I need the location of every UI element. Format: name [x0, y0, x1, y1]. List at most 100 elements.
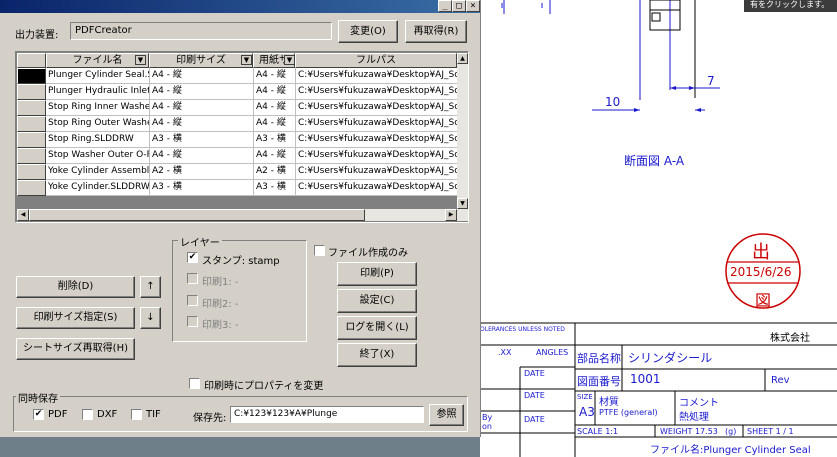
change-button[interactable]: 変更(O)	[338, 20, 398, 43]
on-label: on	[482, 422, 492, 431]
table-row[interactable]: Stop Ring Inner Washer A4 - 縦 A4 - 縦 C:¥Use…	[17, 100, 458, 116]
scroll-right-arrow-icon[interactable]: ▶	[445, 209, 457, 221]
maximize-button[interactable]: □	[452, 0, 466, 12]
table-cell-path[interactable]: C:¥Users¥fukuzawa¥Desktop¥AJ_Soft	[296, 100, 458, 116]
sheet-size-button[interactable]: シートサイズ再取得(H)	[16, 338, 135, 360]
table-cell-path[interactable]: C:¥Users¥fukuzawa¥Desktop¥AJ_Soft	[296, 84, 458, 100]
xx-label: .XX	[498, 348, 512, 357]
print3-checkbox[interactable]	[187, 316, 198, 327]
scroll-down-arrow-icon[interactable]: ▼	[457, 198, 468, 209]
move-down-button[interactable]: ↓	[140, 307, 161, 329]
header-full-path[interactable]: フルパス	[295, 53, 457, 68]
header-file-name[interactable]: ファイル名	[46, 53, 149, 68]
table-cell-paper[interactable]: A4 - 縦	[254, 100, 296, 116]
table-cell-print[interactable]: A4 - 縦	[150, 68, 254, 84]
output-device-value: PDFCreator	[75, 25, 132, 36]
table-cell-paper[interactable]: A3 - 横	[254, 180, 296, 196]
table-cell-print[interactable]: A3 - 横	[150, 180, 254, 196]
table-row[interactable]: Stop Ring.SLDDRW A3 - 横 A3 - 横 C:¥Users¥fuk…	[17, 132, 458, 148]
row-header[interactable]	[17, 148, 46, 164]
tif-checkbox[interactable]	[131, 409, 142, 420]
exit-button[interactable]: 終了(X)	[337, 343, 417, 367]
scroll-left-arrow-icon[interactable]: ◀	[17, 209, 29, 221]
table-cell-print[interactable]: A4 - 縦	[150, 100, 254, 116]
drawing-canvas[interactable]: 有をクリックします。 7 10 断面図 A-A 出 2015/6/26 図 OL…	[480, 0, 837, 457]
table-row[interactable]: Plunger Cylinder Seal.SL A4 - 縦 A4 - 縦 C:¥U…	[17, 68, 458, 84]
simultaneous-save-title: 同時保存	[16, 390, 60, 405]
open-log-button[interactable]: ログを開く(L)	[337, 316, 417, 340]
table-cell-path[interactable]: C:¥Users¥fukuzawa¥Desktop¥AJ_Soft	[296, 116, 458, 132]
print2-checkbox[interactable]	[187, 295, 198, 306]
save-to-input[interactable]: C:¥123¥123¥A¥Plunge	[230, 406, 424, 423]
table-cell-file[interactable]: Plunger Cylinder Seal.SL	[46, 68, 150, 84]
table-cell-print[interactable]: A2 - 横	[150, 164, 254, 180]
header-print-size[interactable]: 印刷サイズ	[149, 53, 253, 68]
row-header[interactable]	[17, 68, 46, 84]
title-bar[interactable]	[0, 0, 480, 13]
row-header[interactable]	[17, 132, 46, 148]
file-create-only-checkbox[interactable]	[314, 245, 325, 256]
row-header[interactable]	[17, 116, 46, 132]
file-list-grid[interactable]: ファイル名 ▼ 印刷サイズ ▼ 用紙サ ▼ フルパス Plunger Cylin…	[15, 51, 469, 223]
table-row[interactable]: Stop Ring Outer Washer A4 - 縦 A4 - 縦 C:¥Use…	[17, 116, 458, 132]
notification-popup[interactable]: 有をクリックします。	[744, 0, 837, 12]
table-cell-file[interactable]: Plunger Hydraulic Inlet.S	[46, 84, 150, 100]
print-size-filter-icon[interactable]: ▼	[241, 55, 252, 65]
table-cell-paper[interactable]: A4 - 縦	[254, 84, 296, 100]
dimension-7: 7	[707, 74, 715, 88]
table-cell-paper[interactable]: A3 - 横	[254, 132, 296, 148]
print1-checkbox[interactable]	[187, 273, 198, 284]
table-row[interactable]: Plunger Hydraulic Inlet.S A4 - 縦 A4 - 縦 C:¥…	[17, 84, 458, 100]
stamp-checkbox[interactable]: ✔	[187, 252, 198, 263]
vertical-scrollbar[interactable]: ▲ ▼	[457, 53, 468, 209]
paper-size-filter-icon[interactable]: ▼	[284, 55, 295, 65]
table-row[interactable]: Stop Washer Outer O-R A4 - 縦 A4 - 縦 C:¥User…	[17, 148, 458, 164]
company-label: 株式会社	[770, 333, 810, 344]
print-size-button[interactable]: 印刷サイズ指定(S)	[16, 307, 135, 329]
minimize-button[interactable]: _	[438, 0, 452, 12]
tolerance-label: OLERANCES UNLESS NOTED	[480, 326, 565, 333]
table-cell-file[interactable]: Stop Washer Outer O-R	[46, 148, 150, 164]
move-up-button[interactable]: ↑	[140, 276, 161, 298]
row-header[interactable]	[17, 84, 46, 100]
table-cell-print[interactable]: A4 - 縦	[150, 148, 254, 164]
table-cell-path[interactable]: C:¥Users¥fukuzawa¥Desktop¥AJ_Soft	[296, 148, 458, 164]
horizontal-scrollbar[interactable]: ◀ ▶	[17, 209, 468, 221]
table-cell-paper[interactable]: A2 - 横	[254, 164, 296, 180]
settings-button[interactable]: 設定(C)	[337, 289, 417, 313]
row-header[interactable]	[17, 164, 46, 180]
row-header[interactable]	[17, 180, 46, 196]
close-button[interactable]: ×	[466, 0, 480, 12]
header-file-name-label: ファイル名	[72, 55, 123, 66]
table-cell-paper[interactable]: A4 - 縦	[254, 68, 296, 84]
table-cell-file[interactable]: Stop Ring.SLDDRW	[46, 132, 150, 148]
change-property-checkbox[interactable]	[189, 378, 200, 389]
table-cell-file[interactable]: Stop Ring Outer Washer	[46, 116, 150, 132]
row-header[interactable]	[17, 100, 46, 116]
table-cell-path[interactable]: C:¥Users¥fukuzawa¥Desktop¥AJ_Soft	[296, 164, 458, 180]
table-row[interactable]: Yoke Cylinder Assembl A2 - 横 A2 - 横 C:¥User…	[17, 164, 458, 180]
table-cell-file[interactable]: Yoke Cylinder.SLDDRW	[46, 180, 150, 196]
table-cell-path[interactable]: C:¥Users¥fukuzawa¥Desktop¥AJ_Soft	[296, 132, 458, 148]
print-button[interactable]: 印刷(P)	[337, 262, 417, 286]
pdf-checkbox[interactable]: ✔	[33, 409, 44, 420]
drawing-no-value: 1001	[630, 372, 661, 386]
delete-button[interactable]: 削除(D)	[16, 276, 135, 298]
table-cell-path[interactable]: C:¥Users¥fukuzawa¥Desktop¥AJ_Soft	[296, 180, 458, 196]
dxf-checkbox[interactable]	[82, 409, 93, 420]
table-cell-path[interactable]: C:¥Users¥fukuzawa¥Desktop¥AJ_Soft	[296, 68, 458, 84]
table-cell-print[interactable]: A4 - 縦	[150, 116, 254, 132]
browse-button[interactable]: 参照	[429, 404, 464, 426]
scroll-up-arrow-icon[interactable]: ▲	[457, 53, 468, 64]
table-cell-paper[interactable]: A4 - 縦	[254, 148, 296, 164]
reacquire-button[interactable]: 再取得(R)	[405, 20, 467, 43]
table-cell-file[interactable]: Stop Ring Inner Washer	[46, 100, 150, 116]
table-cell-print[interactable]: A3 - 横	[150, 132, 254, 148]
scroll-thumb[interactable]	[29, 209, 365, 221]
table-cell-print[interactable]: A4 - 縦	[150, 84, 254, 100]
table-row[interactable]: Yoke Cylinder.SLDDRW A3 - 横 A3 - 横 C:¥Users…	[17, 180, 458, 196]
file-name-filter-icon[interactable]: ▼	[135, 55, 146, 65]
table-cell-file[interactable]: Yoke Cylinder Assembl	[46, 164, 150, 180]
table-cell-paper[interactable]: A4 - 縦	[254, 116, 296, 132]
part-name-label: 部品名称	[577, 352, 621, 365]
